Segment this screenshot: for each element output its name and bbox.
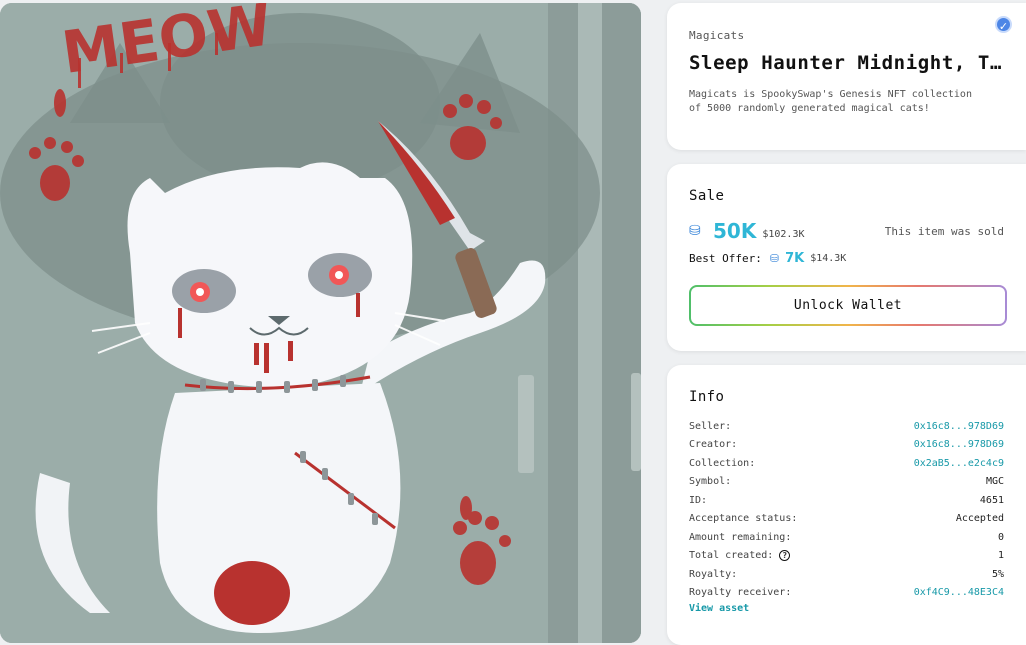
total-created-value: 1 (997, 550, 1004, 562)
info-label: ID: (689, 494, 708, 506)
info-row-total-created: Total created: ? 1 (689, 547, 1004, 566)
info-row-symbol: Symbol: MGC (689, 473, 1004, 492)
info-title: Info (689, 389, 725, 405)
royalty-value: 5% (991, 568, 1004, 580)
info-label: Amount remaining: (689, 531, 792, 543)
sale-price: 50K (713, 219, 757, 243)
id-value: 4651 (979, 494, 1004, 506)
price-row: ⛁ 50K $102.3K This item was sold (689, 219, 1004, 243)
seller-address-link[interactable]: 0x16c8...978D69 (914, 421, 1004, 432)
info-label: Collection: (689, 457, 756, 469)
info-row-seller: Seller: 0x16c8...978D69 (689, 417, 1004, 436)
verified-check-icon: ✓ (995, 16, 1012, 33)
fantom-icon: ⛁ (769, 252, 780, 265)
info-row-creator: Creator: 0x16c8...978D69 (689, 436, 1004, 455)
best-offer-row: Best Offer: ⛁ 7K $14.3K (689, 251, 1004, 266)
unlock-wallet-label: Unlock Wallet (691, 287, 1005, 324)
fantom-icon: ⛁ (689, 223, 701, 239)
info-label-text: Total created: (689, 550, 774, 562)
info-row-acceptance: Acceptance status: Accepted (689, 510, 1004, 529)
sale-title: Sale (689, 188, 725, 204)
info-row-amount-remaining: Amount remaining: 0 (689, 528, 1004, 547)
amount-remaining-value: 0 (997, 531, 1004, 543)
info-list: Seller: 0x16c8...978D69 Creator: 0x16c8.… (689, 417, 1004, 602)
unlock-wallet-button[interactable]: Unlock Wallet (689, 285, 1007, 326)
info-row-collection: Collection: 0x2aB5...e2c4c9 (689, 454, 1004, 473)
sale-price-usd: $102.3K (762, 228, 805, 240)
info-label-with-help: Total created: ? (689, 550, 791, 562)
info-label: Acceptance status: (689, 513, 798, 525)
info-label: Creator: (689, 439, 738, 451)
collection-description: Magicats is SpookySwap's Genesis NFT col… (689, 89, 972, 114)
info-label: Royalty: (689, 568, 738, 580)
info-row-royalty: Royalty: 5% (689, 565, 1004, 584)
nft-title: Sleep Haunter Midnight, The Cursed (689, 52, 1005, 74)
symbol-value: MGC (985, 476, 1004, 488)
sale-status: This item was sold (884, 224, 1004, 238)
info-row-royalty-receiver: Royalty receiver: 0xf4C9...48E3C4 (689, 584, 1004, 603)
info-label: Seller: (689, 420, 732, 432)
info-label: Symbol: (689, 476, 732, 488)
nft-artwork[interactable]: MEOW (0, 3, 641, 643)
info-card: Info Seller: 0x16c8...978D69 Creator: 0x… (667, 365, 1026, 645)
nft-header-card: ✓ Magicats Sleep Haunter Midnight, The C… (667, 3, 1026, 150)
royalty-receiver-address-link[interactable]: 0xf4C9...48E3C4 (914, 587, 1004, 598)
view-asset-link[interactable]: View asset (689, 603, 1004, 614)
sale-card: Sale ⛁ 50K $102.3K This item was sold Be… (667, 164, 1026, 351)
best-offer-price: 7K (785, 251, 805, 266)
help-icon[interactable]: ? (779, 550, 791, 562)
info-row-id: ID: 4651 (689, 491, 1004, 510)
nft-artwork-illustration: MEOW (0, 3, 641, 643)
collection-address-link[interactable]: 0x2aB5...e2c4c9 (914, 458, 1004, 469)
creator-address-link[interactable]: 0x16c8...978D69 (914, 439, 1004, 450)
collection-name-link[interactable]: Magicats (689, 29, 1004, 42)
best-offer-usd: $14.3K (810, 253, 847, 264)
best-offer-label: Best Offer: (689, 252, 762, 265)
acceptance-status-value: Accepted (955, 513, 1004, 525)
info-label: Royalty receiver: (689, 587, 792, 599)
